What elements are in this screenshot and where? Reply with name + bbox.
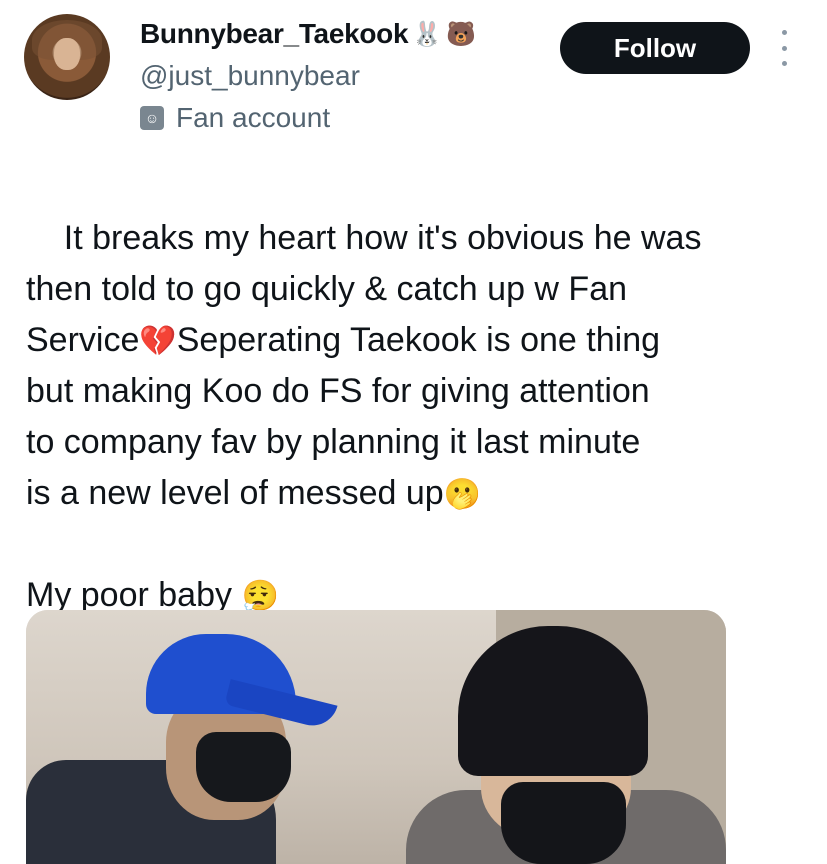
tweet-text-segment: My poor baby: [26, 576, 232, 614]
avatar[interactable]: [24, 14, 110, 100]
tweet-media-photo[interactable]: [26, 610, 726, 864]
bunny-emoji: 🐰: [412, 20, 443, 48]
account-label-text: Fan account: [176, 102, 331, 133]
person-left-mask: [196, 732, 291, 802]
bear-emoji: 🐻: [446, 20, 477, 48]
follow-button[interactable]: Follow: [560, 22, 750, 74]
theater-masks-icon: ☺: [140, 106, 164, 130]
name-row[interactable]: Bunnybear_Taekook 🐰 🐻: [140, 18, 476, 50]
display-name[interactable]: Bunnybear_Taekook: [140, 18, 409, 50]
user-handle[interactable]: @just_bunnybear: [140, 60, 360, 92]
avatar-face: [54, 38, 80, 70]
account-label: ☺ Fan account: [140, 102, 330, 134]
exhaling-face-emoji: 😮‍💨: [241, 579, 279, 614]
more-options-icon[interactable]: [776, 30, 792, 66]
person-right-mask: [501, 782, 626, 864]
hand-over-mouth-emoji: 🫢: [443, 477, 482, 512]
broken-heart-emoji: 💔: [139, 324, 177, 359]
tweet-text: It breaks my heart how it's obvious he w…: [26, 162, 806, 672]
